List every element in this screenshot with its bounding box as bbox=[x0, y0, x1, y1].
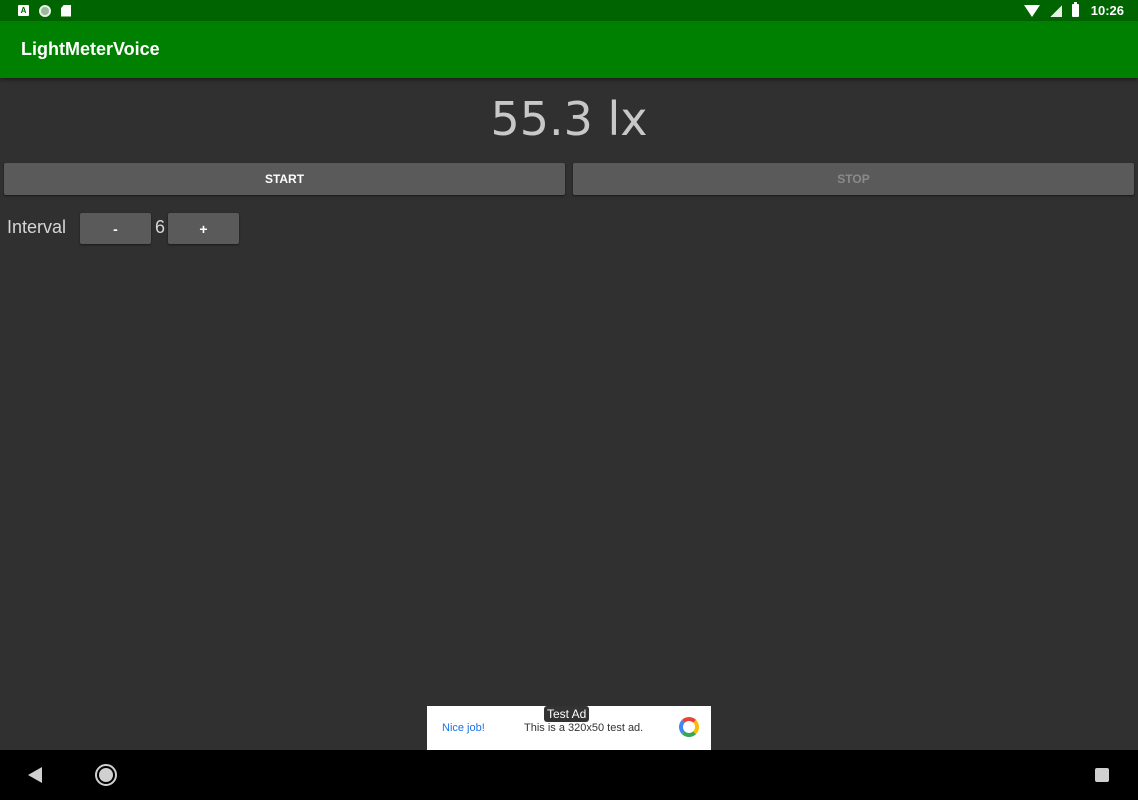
status-right-icons: 10:26 bbox=[1023, 2, 1124, 18]
signal-icon bbox=[1049, 4, 1062, 17]
stop-button[interactable]: STOP bbox=[573, 163, 1134, 195]
ad-test-tag: Test Ad bbox=[544, 706, 590, 722]
wifi-icon bbox=[1023, 4, 1040, 17]
ad-logo-icon[interactable] bbox=[679, 717, 699, 737]
battery-icon bbox=[1071, 2, 1079, 17]
ad-text[interactable]: This is a 320x50 test ad. bbox=[524, 722, 643, 734]
sd-card-icon bbox=[61, 4, 71, 17]
status-bar: A 10:26 bbox=[0, 0, 1138, 21]
lux-reading: 55.3 lx bbox=[490, 92, 648, 146]
recents-icon[interactable] bbox=[1095, 768, 1109, 782]
status-left-icons: A bbox=[18, 4, 71, 17]
interval-decrease-button[interactable]: - bbox=[80, 213, 151, 244]
interval-increase-button[interactable]: + bbox=[168, 213, 239, 244]
start-button[interactable]: START bbox=[4, 163, 565, 195]
interval-label: Interval bbox=[7, 217, 67, 237]
status-clock: 10:26 bbox=[1090, 3, 1124, 18]
app-title: LightMeterVoice bbox=[21, 39, 160, 59]
ad-banner[interactable]: Nice job! This is a 320x50 test ad. Test… bbox=[427, 706, 711, 750]
navigation-bar bbox=[0, 750, 1138, 800]
back-icon[interactable] bbox=[28, 767, 42, 783]
a-notification-icon: A bbox=[18, 5, 29, 16]
ad-headline[interactable]: Nice job! bbox=[442, 722, 485, 734]
interval-value: 6 bbox=[155, 217, 166, 237]
circle-notification-icon bbox=[39, 4, 51, 17]
app-bar: LightMeterVoice bbox=[0, 21, 1138, 78]
home-icon[interactable] bbox=[95, 764, 117, 786]
